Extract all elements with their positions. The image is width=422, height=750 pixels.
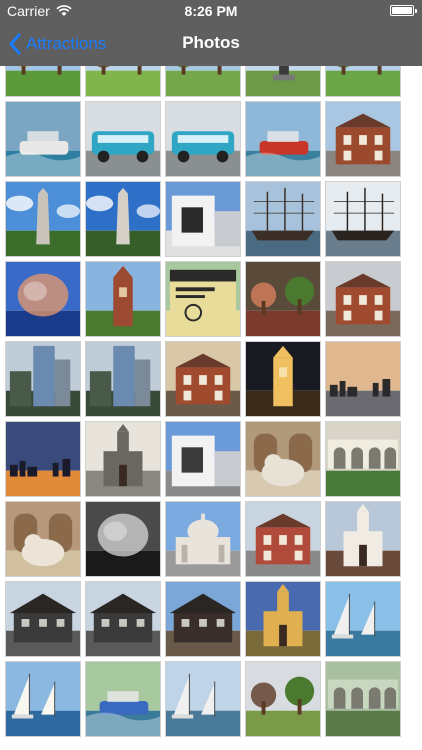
photo-thumbnail-clock-tower-night[interactable] (245, 341, 321, 417)
photo-image (326, 582, 400, 656)
photo-image (326, 342, 400, 416)
photo-thumbnail-old-north-church[interactable] (325, 501, 401, 577)
photo-thumbnail-jellyfish-aquarium[interactable] (5, 261, 81, 337)
photo-image (86, 182, 160, 256)
photo-image (326, 102, 400, 176)
photo-thumbnail-bunker-hill-monument[interactable] (85, 181, 161, 257)
photos-screen: Carrier 8:26 PM Attractions Photos (0, 0, 422, 750)
photo-thumbnail-old-state-house-street[interactable] (165, 341, 241, 417)
photo-thumbnail-harbor-sunset[interactable] (5, 421, 81, 497)
photo-thumbnail-glass-walkway[interactable] (325, 661, 401, 737)
photo-thumbnail-old-state-house[interactable] (325, 261, 401, 337)
navigation-bar: Attractions Photos (0, 22, 422, 66)
photo-image (246, 662, 320, 736)
photo-image (166, 662, 240, 736)
photo-image (166, 262, 240, 336)
photo-image (6, 582, 80, 656)
photo-thumbnail-marina-masts[interactable] (165, 661, 241, 737)
photo-thumbnail-kings-chapel-dusk[interactable] (245, 581, 321, 657)
photo-thumbnail-hancock-tower[interactable] (85, 341, 161, 417)
photo-thumbnail-dark-interior[interactable] (85, 501, 161, 577)
photo-thumbnail-duck-boat-street[interactable] (165, 101, 241, 177)
photo-thumbnail-charles-river-sunset[interactable] (325, 341, 401, 417)
photo-thumbnail-library-courtyard[interactable] (325, 421, 401, 497)
photo-image (166, 182, 240, 256)
photo-image (86, 502, 160, 576)
photo-image (6, 502, 80, 576)
photo-image (326, 662, 400, 736)
photo-image (6, 422, 80, 496)
photo-image (6, 262, 80, 336)
photo-thumbnail-swan-boats[interactable] (85, 661, 161, 737)
photo-image (86, 582, 160, 656)
photo-thumbnail-library-lion[interactable] (5, 501, 81, 577)
photo-image (326, 502, 400, 576)
photo-thumbnail-library-lion[interactable] (245, 421, 321, 497)
status-time: 8:26 PM (184, 3, 238, 19)
photo-image (246, 582, 320, 656)
photo-image (86, 102, 160, 176)
photo-image (6, 102, 80, 176)
header: Carrier 8:26 PM Attractions Photos (0, 0, 422, 66)
photo-image (326, 182, 400, 256)
photo-thumbnail-garden-flowers[interactable] (245, 261, 321, 337)
photo-thumbnail-paul-revere-house[interactable] (5, 581, 81, 657)
photo-image (166, 582, 240, 656)
photo-thumbnail-red-duck-boat[interactable] (245, 101, 321, 177)
photo-image (86, 422, 160, 496)
photo-thumbnail-brick-tower[interactable] (85, 261, 161, 337)
photo-image (166, 102, 240, 176)
photo-image (6, 342, 80, 416)
photo-thumbnail-red-brick-house[interactable] (245, 501, 321, 577)
photo-thumbnail-park-glass-memorial[interactable] (245, 661, 321, 737)
photo-image (86, 662, 160, 736)
photo-thumbnail-hancock-tower[interactable] (5, 341, 81, 417)
photo-image (326, 422, 400, 496)
photo-thumbnail-paul-revere-house[interactable] (85, 581, 161, 657)
photo-image (86, 342, 160, 416)
photo-image (246, 342, 320, 416)
photo-thumbnail-copley-square-towers[interactable] (165, 421, 241, 497)
page-title: Photos (182, 33, 240, 52)
photo-thumbnail-duck-boat-splash[interactable] (5, 101, 81, 177)
photo-image (246, 422, 320, 496)
battery-icon (390, 5, 417, 16)
photo-thumbnail-faneuil-hall[interactable] (325, 101, 401, 177)
photo-thumbnail-paul-revere-house-color[interactable] (165, 581, 241, 657)
photo-thumbnail-sailboats-river[interactable] (325, 581, 401, 657)
photo-image (6, 662, 80, 736)
photo-thumbnail-franklin-park-zoo-sign[interactable] (165, 261, 241, 337)
photo-image (166, 422, 240, 496)
photo-image (6, 182, 80, 256)
photo-image (246, 182, 320, 256)
photo-thumbnail-uss-constitution[interactable] (245, 181, 321, 257)
photo-image (166, 342, 240, 416)
photo-image (246, 502, 320, 576)
photo-thumbnail-uss-constitution[interactable] (325, 181, 401, 257)
photo-image (326, 262, 400, 336)
photo-thumbnail-sailing-charles[interactable] (5, 661, 81, 737)
photo-thumbnail-trinity-church[interactable] (85, 421, 161, 497)
photo-thumbnail-christian-science-church[interactable] (165, 501, 241, 577)
photo-thumbnail-modern-building[interactable] (165, 181, 241, 257)
photo-image (246, 102, 320, 176)
photo-thumbnail-duck-boat-street[interactable] (85, 101, 161, 177)
photo-image (246, 262, 320, 336)
status-bar: Carrier 8:26 PM (0, 0, 422, 22)
photo-image (166, 502, 240, 576)
photo-thumbnail-bunker-hill-monument[interactable] (5, 181, 81, 257)
photo-image (86, 262, 160, 336)
